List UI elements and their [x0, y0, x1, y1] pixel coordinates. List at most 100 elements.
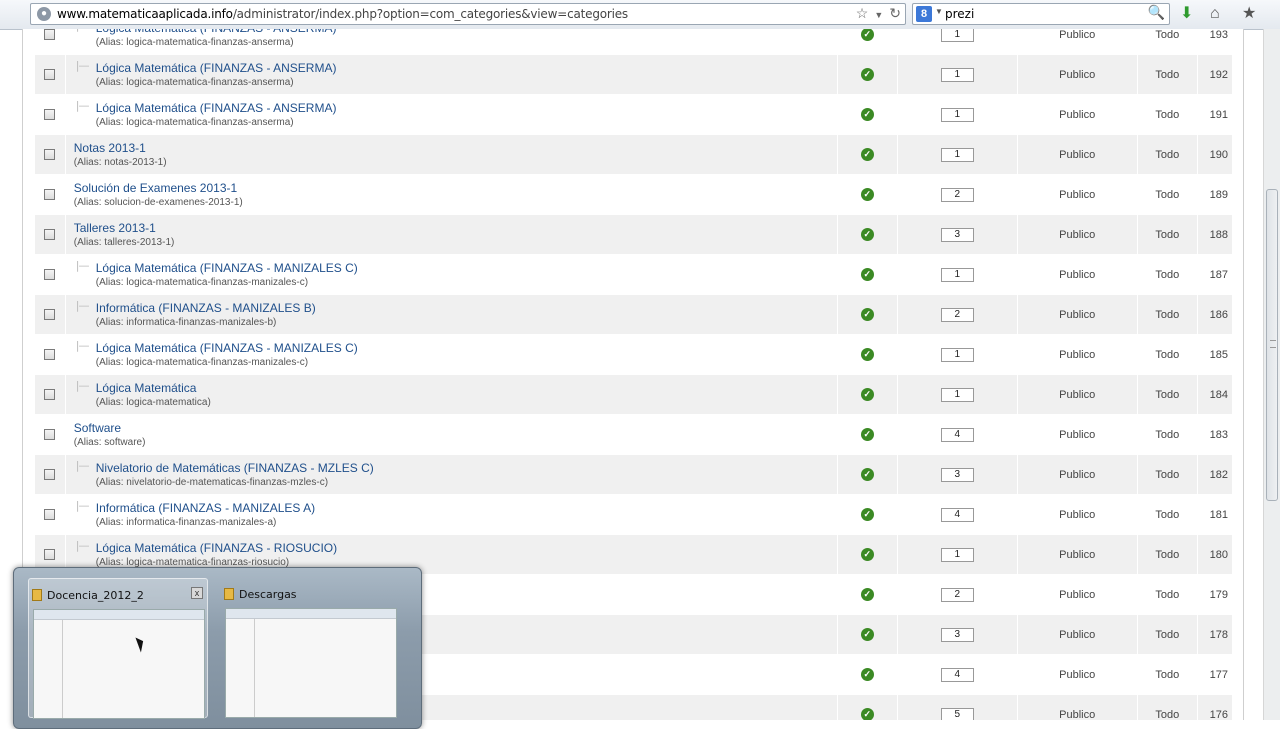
- ordering-input[interactable]: [940, 67, 974, 82]
- site-identity-icon[interactable]: ●: [37, 7, 51, 21]
- check-circle-icon[interactable]: ✓: [860, 388, 874, 401]
- ordering-cell: [897, 494, 1018, 535]
- row-checkbox[interactable]: [44, 29, 56, 41]
- search-engine-icon[interactable]: 8: [916, 6, 932, 22]
- download-icon[interactable]: ⬇: [1180, 4, 1193, 24]
- tree-branch-icon: |—: [75, 378, 90, 392]
- row-checkbox[interactable]: [44, 389, 56, 401]
- category-title-link[interactable]: Talleres 2013-1: [74, 220, 837, 236]
- search-icon[interactable]: 🔍: [1148, 4, 1165, 21]
- check-circle-icon[interactable]: ✓: [860, 708, 874, 720]
- row-checkbox[interactable]: [44, 349, 56, 361]
- vertical-scrollbar[interactable]: [1263, 29, 1280, 720]
- ordering-input[interactable]: [940, 267, 974, 282]
- ordering-input[interactable]: [940, 507, 974, 522]
- category-title-link[interactable]: Lógica Matemática: [96, 380, 837, 396]
- category-title-link[interactable]: Lógica Matemática (FINANZAS - RIOSUCIO): [96, 540, 837, 556]
- ordering-input[interactable]: [940, 187, 974, 202]
- language: Todo: [1137, 414, 1199, 455]
- row-checkbox[interactable]: [44, 149, 56, 161]
- access-level: Publico: [1017, 574, 1138, 615]
- ordering-input[interactable]: [940, 707, 974, 720]
- language: Todo: [1137, 29, 1199, 55]
- check-circle-icon[interactable]: ✓: [860, 148, 874, 161]
- bookmarks-menu-icon[interactable]: ★: [1242, 4, 1256, 24]
- tree-branch-icon: |—: [75, 258, 90, 272]
- ordering-cell: [897, 254, 1018, 295]
- row-checkbox[interactable]: [44, 429, 56, 441]
- check-circle-icon[interactable]: ✓: [860, 588, 874, 601]
- check-circle-icon[interactable]: ✓: [860, 29, 874, 41]
- scrollbar-thumb[interactable]: [1266, 189, 1278, 501]
- bookmark-star-icon[interactable]: ☆: [856, 5, 869, 21]
- ordering-cell: [897, 214, 1018, 255]
- search-bar[interactable]: 8 ▼ prezi 🔍: [912, 3, 1170, 25]
- row-checkbox[interactable]: [44, 309, 56, 321]
- row-checkbox[interactable]: [44, 189, 56, 201]
- address-bar[interactable]: ● www.matematicaaplicada.info/administra…: [30, 3, 906, 25]
- access-level: Publico: [1017, 694, 1138, 720]
- check-circle-icon[interactable]: ✓: [860, 108, 874, 121]
- row-checkbox[interactable]: [44, 469, 56, 481]
- category-title-link[interactable]: Informática (FINANZAS - MANIZALES A): [96, 500, 837, 516]
- check-circle-icon[interactable]: ✓: [860, 548, 874, 561]
- check-circle-icon[interactable]: ✓: [860, 188, 874, 201]
- row-checkbox[interactable]: [44, 109, 56, 121]
- check-circle-icon[interactable]: ✓: [860, 68, 874, 81]
- ordering-input[interactable]: [940, 427, 974, 442]
- published-cell: ✓: [837, 254, 898, 295]
- ordering-input[interactable]: [940, 347, 974, 362]
- published-cell: ✓: [837, 134, 898, 175]
- category-title-link[interactable]: Lógica Matemática (FINANZAS - MANIZALES …: [96, 260, 837, 276]
- ordering-input[interactable]: [940, 667, 974, 682]
- dropdown-arrow-icon[interactable]: ▼: [874, 10, 883, 20]
- ordering-input[interactable]: [940, 627, 974, 642]
- check-circle-icon[interactable]: ✓: [860, 628, 874, 641]
- check-circle-icon[interactable]: ✓: [860, 468, 874, 481]
- window-preview: [225, 608, 397, 718]
- address-text[interactable]: www.matematicaaplicada.info/administrato…: [57, 7, 628, 21]
- check-circle-icon[interactable]: ✓: [860, 308, 874, 321]
- check-circle-icon[interactable]: ✓: [860, 668, 874, 681]
- row-checkbox[interactable]: [44, 509, 56, 521]
- ordering-input[interactable]: [940, 307, 974, 322]
- category-id: 189: [1197, 174, 1233, 215]
- search-input[interactable]: prezi: [945, 7, 974, 21]
- check-circle-icon[interactable]: ✓: [860, 228, 874, 241]
- access-level: Publico: [1017, 54, 1138, 95]
- category-title-link[interactable]: Informática (FINANZAS - MANIZALES B): [96, 300, 837, 316]
- engine-dropdown-icon[interactable]: ▼: [935, 7, 943, 16]
- category-title-link[interactable]: Lógica Matemática (FINANZAS - MANIZALES …: [96, 340, 837, 356]
- window-thumbnail-descargas[interactable]: Descargas: [221, 578, 401, 718]
- row-checkbox[interactable]: [44, 269, 56, 281]
- check-circle-icon[interactable]: ✓: [860, 348, 874, 361]
- ordering-input[interactable]: [940, 587, 974, 602]
- category-title-link[interactable]: Lógica Matemática (FINANZAS - ANSERMA): [96, 60, 837, 76]
- category-title-link[interactable]: Lógica Matemática (FINANZAS - ANSERMA): [96, 100, 837, 116]
- category-id: 191: [1197, 94, 1233, 135]
- category-id: 178: [1197, 614, 1233, 655]
- title-cell: |— Lógica Matemática (FINANZAS - MANIZALE…: [65, 254, 838, 295]
- category-title-link[interactable]: Notas 2013-1: [74, 140, 837, 156]
- ordering-input[interactable]: [940, 547, 974, 562]
- category-title-link[interactable]: Software: [74, 420, 837, 436]
- check-circle-icon[interactable]: ✓: [860, 268, 874, 281]
- ordering-input[interactable]: [940, 147, 974, 162]
- home-icon[interactable]: ⌂: [1210, 4, 1220, 24]
- ordering-input[interactable]: [940, 107, 974, 122]
- window-thumbnail-docencia[interactable]: Docencia_2012_2 x: [28, 578, 208, 719]
- ordering-input[interactable]: [940, 29, 974, 42]
- category-title-link[interactable]: Nivelatorio de Matemáticas (FINANZAS - M…: [96, 460, 837, 476]
- row-checkbox[interactable]: [44, 69, 56, 81]
- close-window-button[interactable]: x: [191, 587, 203, 599]
- category-title-link[interactable]: Solución de Examenes 2013-1: [74, 180, 837, 196]
- ordering-input[interactable]: [940, 227, 974, 242]
- tree-branch-icon: |—: [75, 298, 90, 312]
- check-circle-icon[interactable]: ✓: [860, 508, 874, 521]
- row-checkbox[interactable]: [44, 549, 56, 561]
- row-checkbox[interactable]: [44, 229, 56, 241]
- ordering-input[interactable]: [940, 467, 974, 482]
- ordering-input[interactable]: [940, 387, 974, 402]
- reload-icon[interactable]: ↻: [889, 5, 901, 21]
- check-circle-icon[interactable]: ✓: [860, 428, 874, 441]
